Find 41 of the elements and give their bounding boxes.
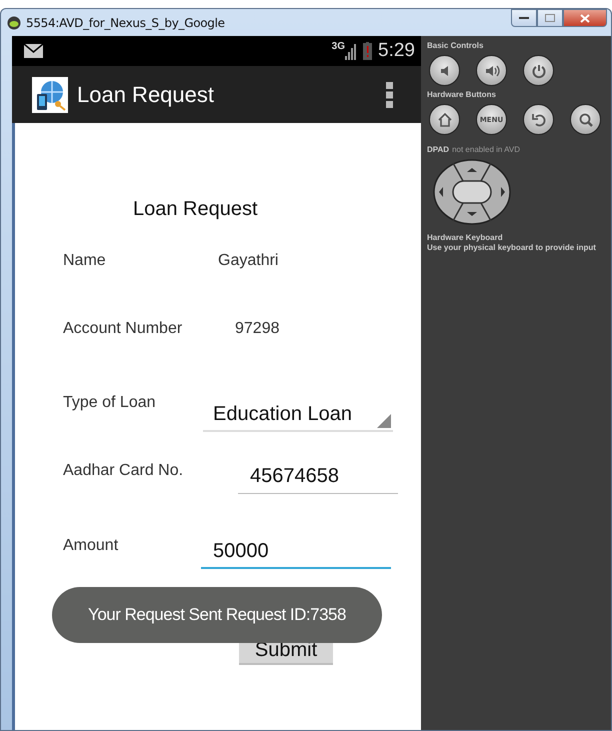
network-type: 3G xyxy=(332,42,346,52)
minimize-icon xyxy=(519,16,529,20)
section-heading: Hardware Buttons xyxy=(427,90,497,100)
power-button[interactable] xyxy=(523,55,554,86)
home-button[interactable] xyxy=(429,104,460,135)
text-input-field[interactable]: 50000 xyxy=(201,531,391,569)
clock-time: 5:29 xyxy=(378,40,415,62)
field-label: Name xyxy=(63,252,107,270)
field-label: Amount xyxy=(63,537,120,555)
field-value: 97298 xyxy=(235,320,280,338)
search-button[interactable] xyxy=(570,104,601,135)
section-heading: Basic Controls xyxy=(427,41,484,51)
dpad-note: not enabled in AVD xyxy=(452,145,520,155)
field-label: Aadhar Card No. xyxy=(63,462,184,480)
dropdown-arrow-icon xyxy=(377,414,391,428)
form-heading: Loan Request xyxy=(133,198,258,222)
signal-icon xyxy=(345,42,358,60)
overflow-menu-icon[interactable] xyxy=(386,82,393,108)
dpad-control[interactable] xyxy=(433,159,511,225)
minimize-button[interactable] xyxy=(511,9,537,27)
close-icon xyxy=(580,14,590,22)
app-title: Loan Request xyxy=(77,82,214,108)
field-value: Gayathri xyxy=(218,252,278,270)
text-input-field[interactable]: 45674658 xyxy=(238,456,398,494)
volume-down-button[interactable] xyxy=(429,55,460,86)
volume-up-button[interactable] xyxy=(476,55,507,86)
window-title: 5554:AVD_for_Nexus_S_by_Google xyxy=(26,16,225,30)
app-icon xyxy=(7,16,21,30)
app-logo-icon xyxy=(32,76,68,112)
section-heading: Hardware Keyboard xyxy=(427,233,504,243)
field-label: Type of Loan xyxy=(63,394,157,412)
keyboard-note: Use your physical keyboard to provide input xyxy=(427,243,597,253)
mail-icon xyxy=(24,44,43,58)
battery-icon xyxy=(363,42,372,60)
request-sent-toast: Your Request Sent Request ID:7358 xyxy=(52,587,382,643)
back-button[interactable] xyxy=(523,104,554,135)
field-label: Account Number xyxy=(63,320,184,338)
maximize-button[interactable] xyxy=(537,9,563,27)
close-button[interactable] xyxy=(563,9,607,27)
maximize-icon xyxy=(545,14,555,22)
section-heading: DPAD xyxy=(427,145,450,155)
